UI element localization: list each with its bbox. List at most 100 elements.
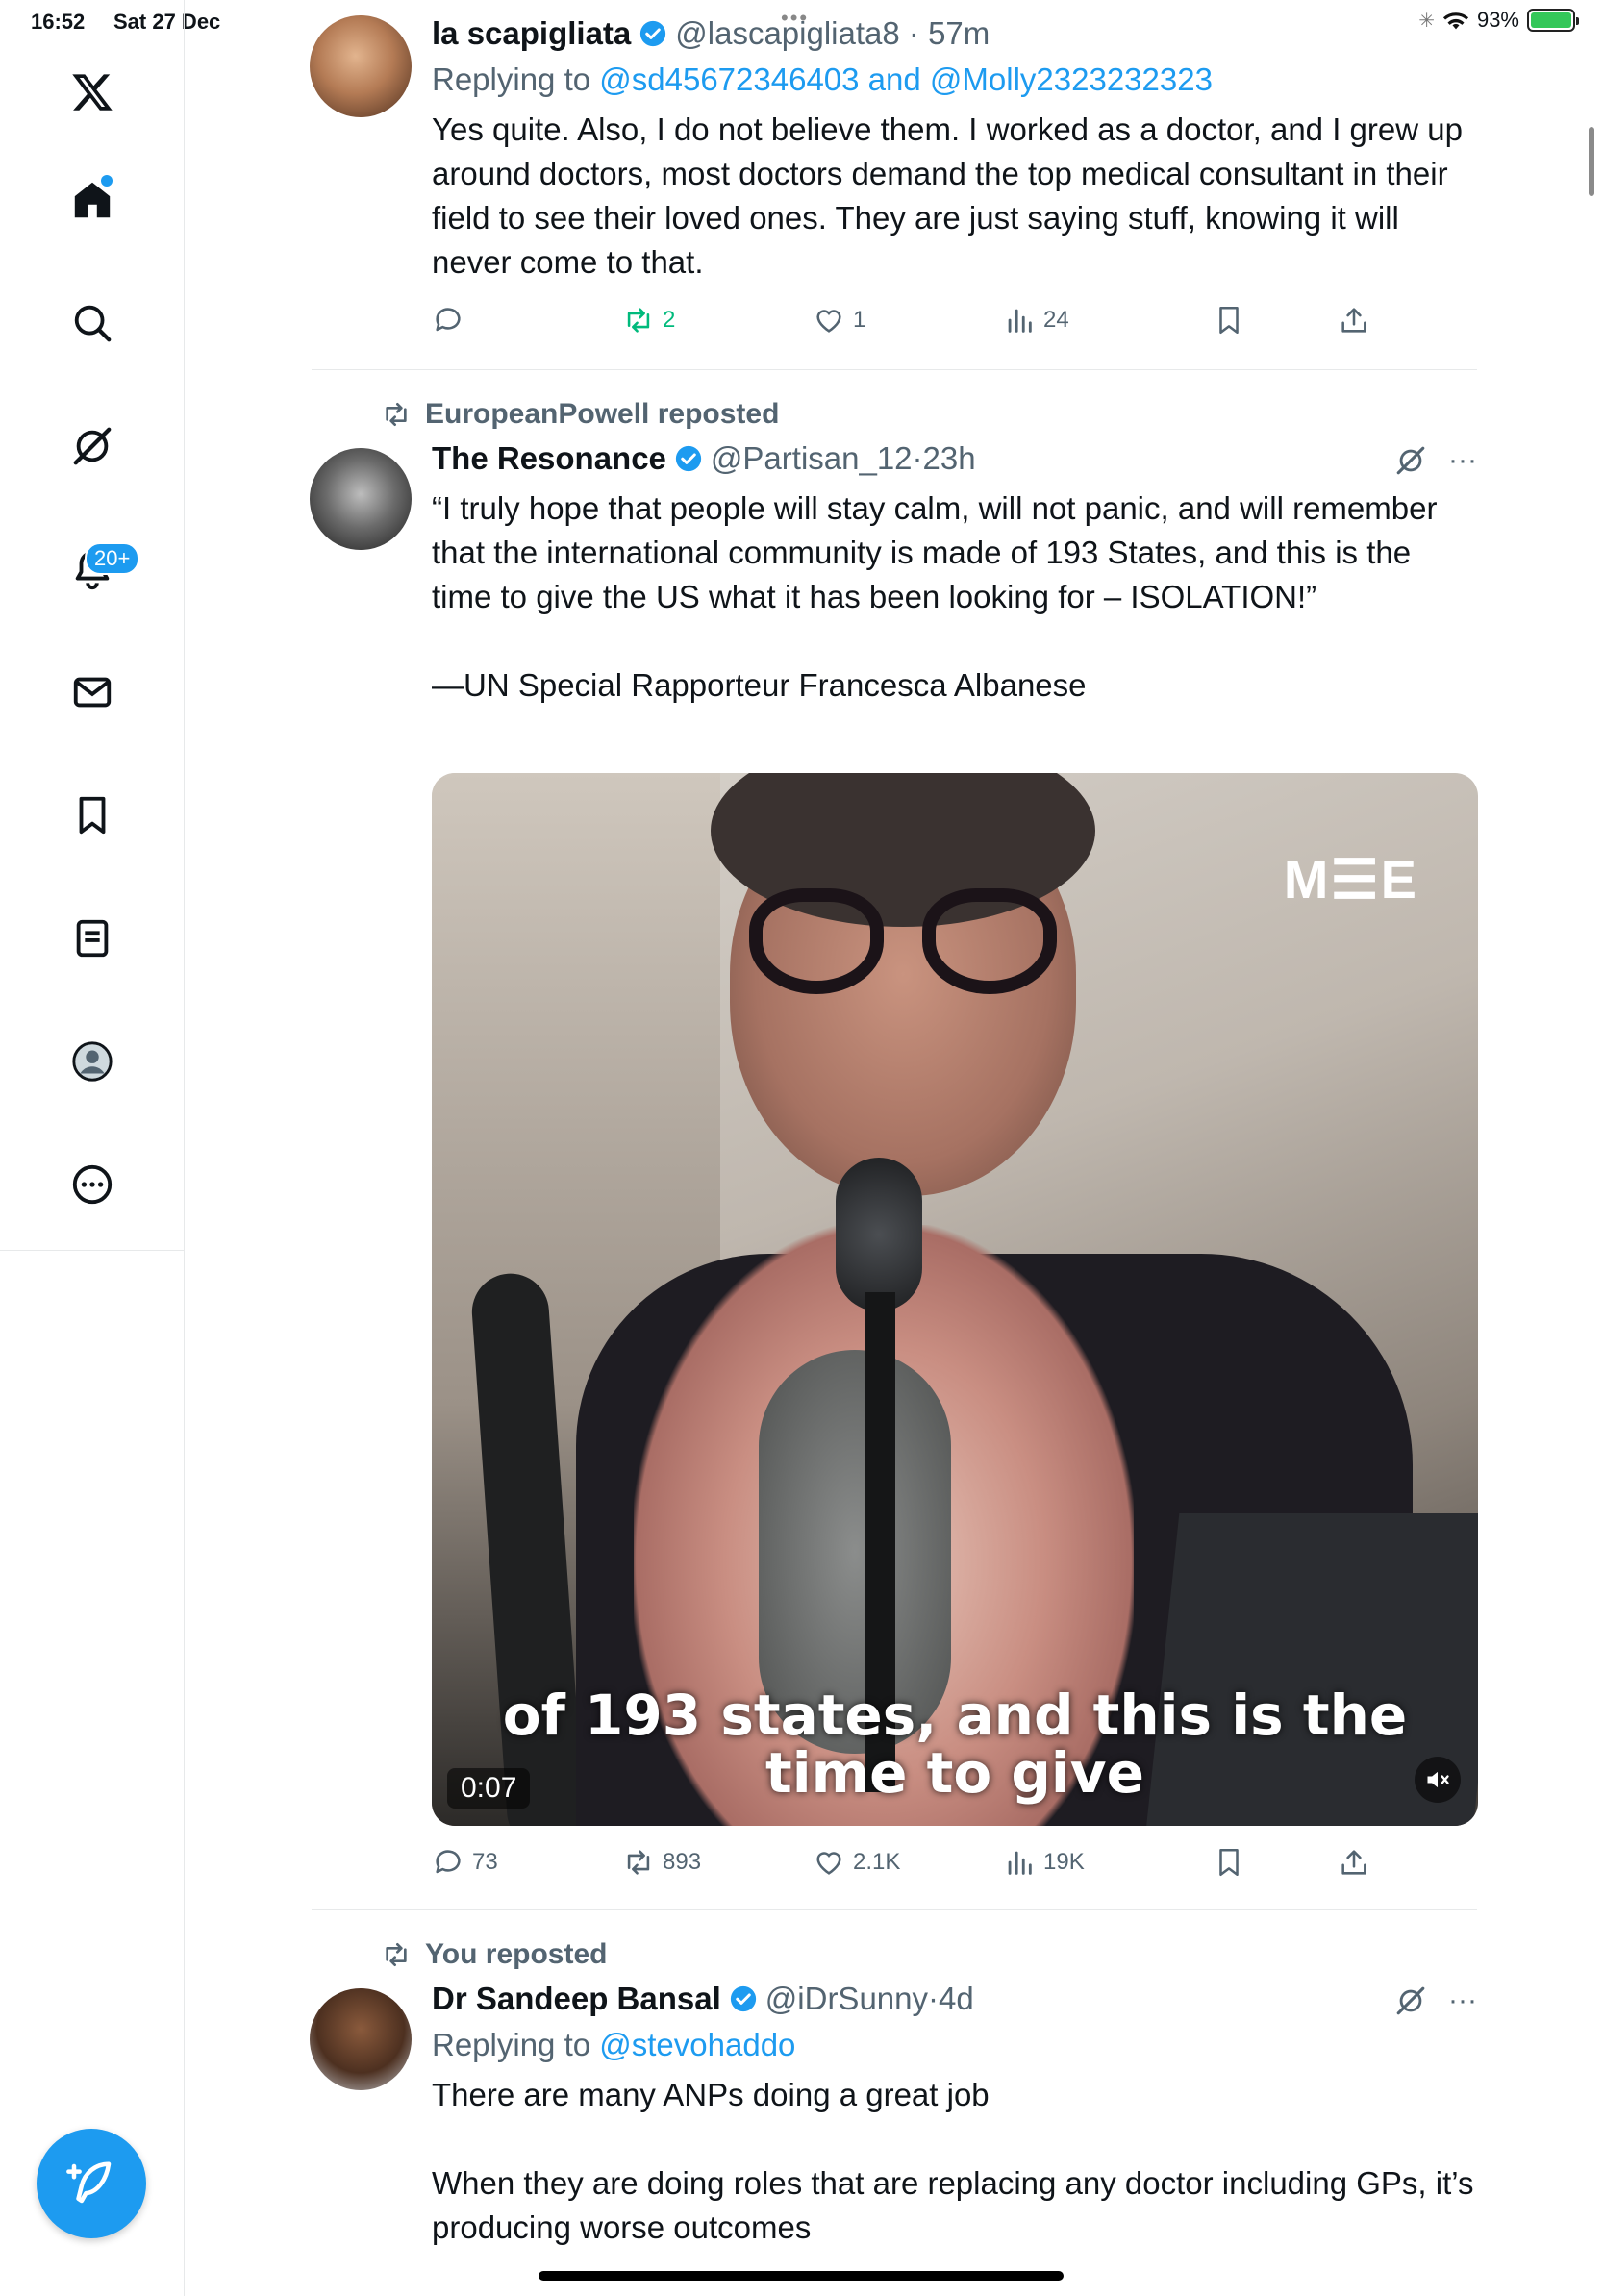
grok-icon[interactable] [1394,1984,1427,2017]
tweet-time[interactable]: 23h [923,440,976,477]
bookmarks-icon[interactable] [54,777,131,854]
tweet-text: There are many ANPs doing a great job Wh… [432,2077,1474,2245]
profile-icon[interactable] [54,1023,131,1100]
repost-icon [627,308,650,333]
repost-button[interactable]: 2 [622,304,675,337]
share-button[interactable] [1338,304,1370,337]
tweet-text: Yes quite. Also, I do not believe them. … [432,112,1472,280]
reply-icon [436,1850,461,1874]
dot-separator: · [899,15,929,51]
grok-icon[interactable] [1394,444,1427,477]
compose-feather-icon [66,2161,112,2204]
mute-button[interactable] [1415,1757,1461,1803]
views-button[interactable]: 24 [1003,304,1069,337]
author-name[interactable]: la scapigliata [432,15,631,52]
mee-logo: M☰E [1283,849,1418,910]
home-indicator[interactable] [539,2271,1064,2281]
tweet-header: la scapigliata @lascapigliata8 · 57m [432,15,1477,52]
views-button[interactable]: 19K [1003,1846,1085,1879]
search-icon[interactable] [54,285,131,362]
x-logo-icon[interactable] [54,54,131,131]
sidebar-nav [0,0,185,1250]
tweet-top-actions: ··· [1394,1984,1477,2017]
tweet-divider [312,1909,1477,1910]
home-unread-dot [101,175,113,187]
verified-icon [730,1985,756,2012]
video-microphone [836,1158,922,1311]
video-caption-line2: time to give [765,1740,1144,1806]
reply-count: 73 [472,1849,498,1875]
tweet-text: “I truly hope that people will stay calm… [432,490,1438,703]
repost-context: You reposted [381,1938,607,1971]
verified-icon [675,445,702,472]
views-count: 24 [1043,307,1069,333]
home-icon[interactable] [54,162,131,238]
tweet-time[interactable]: 57m [928,15,990,52]
bookmark-icon [1219,306,1239,335]
tweet-header: Dr Sandeep Bansal @iDrSunny · 4d [432,1981,1477,2017]
more-icon[interactable] [54,1146,131,1223]
dot-separator: · [928,1981,940,2016]
repost-context: EuropeanPowell reposted [381,398,779,431]
tweet-actions: 2 1 24 [432,304,1366,352]
video-duration: 0:07 [447,1768,531,1809]
share-button[interactable] [1338,1846,1370,1879]
repost-by[interactable]: You reposted [425,1938,607,1971]
repost-count: 2 [663,307,676,333]
reply-button[interactable] [432,304,472,337]
avatar[interactable] [310,1988,412,2090]
reply-button[interactable]: 73 [432,1846,498,1879]
author-handle[interactable]: @iDrSunny [765,1981,928,2017]
share-icon [1341,1850,1366,1875]
lists-icon[interactable] [54,900,131,977]
replying-to-link[interactable]: @sd45672346403 and @Molly2323232323 [599,62,1213,97]
bookmark-button[interactable] [1213,304,1245,337]
grok-icon[interactable] [54,408,131,485]
avatar[interactable] [310,448,412,550]
video-glasses [922,888,1057,994]
battery-percent: 93% [1476,8,1519,32]
bookmark-icon [1219,1848,1239,1877]
like-button[interactable]: 1 [813,304,865,337]
tweet-time[interactable]: 4d [939,1981,974,2017]
repost-count: 893 [663,1849,702,1875]
replying-prefix: Replying to [432,62,600,97]
repost-small-icon [386,1943,407,1966]
replying-to: Replying to @stevohaddo [432,2027,1477,2063]
notifications-badge: 20+ [85,542,140,575]
battery-icon [1527,9,1579,32]
repost-button[interactable]: 893 [622,1846,701,1879]
muted-speaker-icon [1427,1771,1449,1788]
views-icon [1008,1851,1032,1875]
scrollbar[interactable] [1589,127,1594,196]
share-icon [1341,308,1366,333]
views-count: 19K [1043,1849,1085,1875]
verified-icon [640,20,666,47]
more-options-icon[interactable]: ··· [1448,444,1477,477]
video-player[interactable]: M☰E of 193 states, and this is the time … [432,773,1478,1826]
tweet-1[interactable]: la scapigliata @lascapigliata8 · 57m Rep… [310,15,1477,362]
tweet-divider [312,369,1477,370]
repost-icon [627,1850,650,1875]
tweet-3[interactable]: You reposted Dr Sandeep Bansal @iDrSunny… [310,1934,1477,2296]
bookmark-button[interactable] [1213,1846,1245,1879]
author-name[interactable]: The Resonance [432,440,666,477]
reply-icon [436,308,461,332]
avatar[interactable] [310,15,412,117]
replying-to: Replying to @sd45672346403 and @Molly232… [432,62,1477,98]
messages-icon[interactable] [54,654,131,731]
author-handle[interactable]: @Partisan_12 [711,440,913,477]
author-name[interactable]: Dr Sandeep Bansal [432,1981,721,2017]
repost-by[interactable]: EuropeanPowell reposted [425,398,779,431]
repost-small-icon [386,403,407,426]
author-handle[interactable]: @lascapigliata8 [675,15,899,52]
compose-button[interactable] [37,2129,146,2238]
like-count: 2.1K [853,1849,901,1875]
like-count: 1 [853,307,866,333]
heart-icon [816,1852,841,1875]
like-button[interactable]: 2.1K [813,1846,900,1879]
video-glasses [749,888,884,994]
replying-to-link[interactable]: @stevohaddo [599,2027,795,2062]
more-options-icon[interactable]: ··· [1448,1984,1477,2017]
tweet-top-actions: ··· [1394,444,1477,477]
